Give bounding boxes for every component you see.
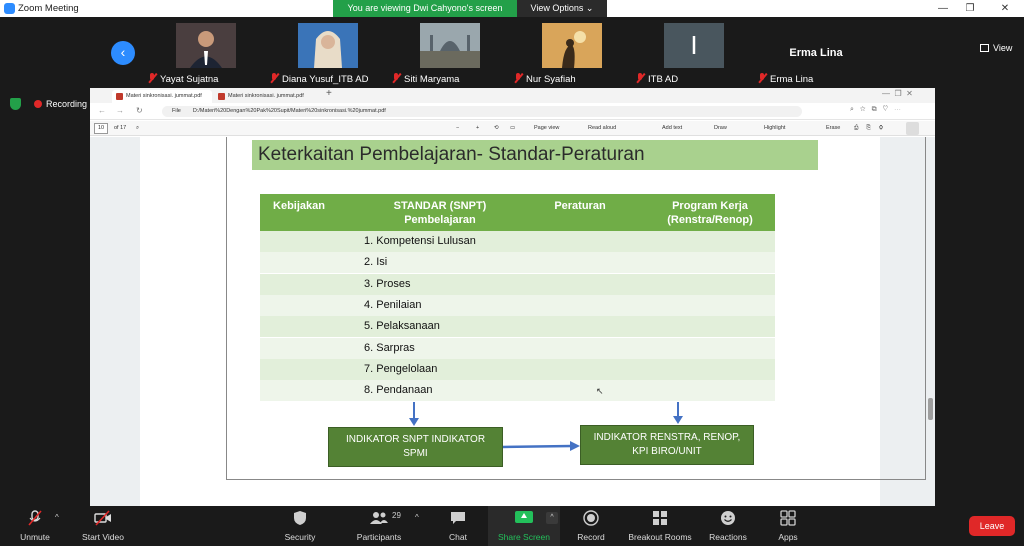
slide-arrows bbox=[409, 402, 683, 451]
arrow-down-left-icon bbox=[409, 402, 419, 426]
arrow-right-icon bbox=[501, 441, 580, 451]
audio-options-caret[interactable]: ^ bbox=[55, 513, 59, 522]
participants-icon bbox=[370, 512, 388, 524]
indikator-renstra-box: INDIKATOR RENSTRA, RENOP, KPI BIRO/UNIT bbox=[580, 425, 754, 465]
share-screen-icon bbox=[515, 511, 533, 523]
start-video-button[interactable]: Start Video bbox=[68, 510, 138, 542]
apps-icon bbox=[780, 510, 796, 526]
arrow-down-right-icon bbox=[673, 402, 683, 424]
chat-button[interactable]: Chat bbox=[423, 510, 493, 542]
breakout-rooms-icon bbox=[653, 511, 667, 525]
mic-off-icon bbox=[28, 510, 42, 526]
mouse-cursor-icon: ↖ bbox=[596, 386, 604, 396]
participant-count: 29 bbox=[392, 511, 401, 520]
smiley-icon bbox=[721, 511, 735, 525]
leave-button[interactable]: Leave bbox=[969, 516, 1015, 536]
participants-options-caret[interactable]: ^ bbox=[415, 513, 419, 522]
apps-button[interactable]: Apps bbox=[753, 510, 823, 542]
record-icon bbox=[583, 510, 599, 526]
chat-icon bbox=[451, 512, 465, 524]
video-off-icon bbox=[94, 510, 111, 526]
shield-icon bbox=[294, 511, 306, 525]
security-button[interactable]: Security bbox=[265, 510, 335, 542]
participants-button[interactable]: Participants bbox=[344, 510, 414, 542]
unmute-button[interactable]: Unmute bbox=[0, 510, 70, 542]
indikator-snpt-box: INDIKATOR SNPT INDIKATOR SPMI bbox=[328, 427, 503, 467]
record-button[interactable]: Record bbox=[556, 510, 626, 542]
breakout-rooms-button[interactable]: Breakout Rooms bbox=[625, 510, 695, 542]
